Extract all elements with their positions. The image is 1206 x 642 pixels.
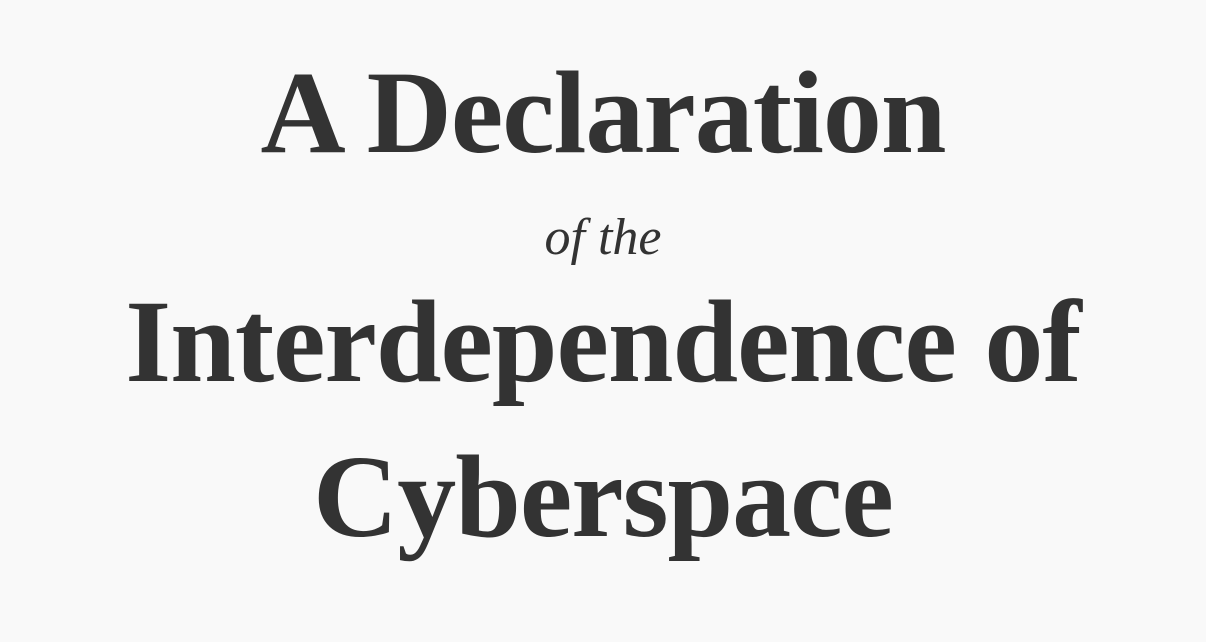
title-line-of-the: of the [544, 209, 662, 266]
title-line-cyberspace: Cyberspace [313, 431, 894, 562]
title-line-declaration: A Declaration [260, 47, 946, 178]
title-line-interdependence: Interdependence of [125, 276, 1081, 407]
page: A Declaration of the Interdependence of … [0, 0, 1206, 642]
